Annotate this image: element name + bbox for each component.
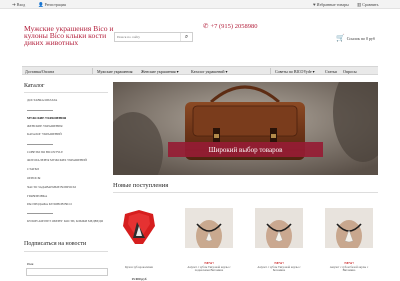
login-label: Вход <box>16 2 26 7</box>
divider <box>113 192 378 193</box>
cart-text: Ссылок по 0 руб <box>346 35 375 41</box>
search-button[interactable]: ⌕ <box>180 33 192 41</box>
hero-slider[interactable]: Широкий выбор товаров <box>113 82 378 175</box>
nav-item-polls[interactable]: Опросы <box>343 69 357 74</box>
compare-icon: ▥ <box>357 1 362 7</box>
nav-item-mens[interactable]: Мужские украшения <box>97 69 132 74</box>
divider <box>27 213 53 214</box>
search-icon: ⌕ <box>184 33 189 40</box>
catalog-title: Каталог <box>24 83 45 89</box>
user-icon: 👤 <box>38 1 44 7</box>
product-name[interactable]: Амулет с зубом Тигровой акулы с подвеска… <box>185 265 233 273</box>
product-price: 15 000 руб <box>131 277 147 281</box>
register-label: Регистрация <box>44 2 66 7</box>
login-icon: ➔ <box>12 1 16 7</box>
search-input[interactable] <box>115 33 177 41</box>
compare-link[interactable]: ▥ Сравнить <box>357 2 378 8</box>
nav-item-delivery[interactable]: Доставка/Оплата <box>25 69 54 74</box>
subscribe-title: Подписаться на новости <box>24 241 87 247</box>
sidebar-item-polls[interactable]: ОПРОСЫ <box>27 176 40 180</box>
top-bar: ➔ Вход 👤 Регистрация ♥ Избранные товары … <box>0 0 400 9</box>
main-nav: Доставка/Оплата Мужские украшения Женски… <box>22 66 378 75</box>
nav-separator <box>270 68 271 74</box>
leather-bag-image <box>113 82 378 175</box>
sidebar-item-mens[interactable]: МУЖСКИЕ УКРАШЕНИЯ <box>27 116 66 120</box>
register-link[interactable]: 👤 Регистрация <box>38 2 66 8</box>
sidebar-item-engraving[interactable]: ГРАВИРОВКА <box>27 194 47 198</box>
product-name[interactable]: Амулет с зубом Тигровой акулы с Беламина <box>255 265 303 273</box>
sidebar-item-articles[interactable]: СТАТЬИ <box>27 167 39 171</box>
heart-icon: ♥ <box>313 1 316 7</box>
hero-banner-caption: Широкий выбор товаров <box>168 142 323 157</box>
cart-widget[interactable]: 🛒 Ссылок по 0 руб <box>336 34 375 42</box>
phone-icon: ✆ <box>203 23 209 30</box>
favorites-link[interactable]: ♥ Избранные товары <box>313 2 349 7</box>
subscribe-name-label: Имя <box>27 262 34 266</box>
product-image <box>185 208 233 248</box>
nav-item-advice[interactable]: Советы по BICOVyde ▾ <box>275 69 315 74</box>
sidebar-item-catalog[interactable]: КАТАЛОГ УКРАШЕНИЙ <box>27 132 62 136</box>
subscribe-name-input[interactable] <box>26 268 108 276</box>
sidebar-item-delivery[interactable]: ДОСТАВКА/ОПЛАТА <box>27 98 57 102</box>
compare-label: Сравнить <box>362 2 379 7</box>
sidebar-item-advice[interactable]: СОВЕТЫ ПО BICOSTYLE <box>27 150 63 154</box>
site-logo-text[interactable]: Мужские украшения Bico и кулоны Bico клы… <box>24 25 114 47</box>
phone-number[interactable]: ✆ +7 (915) 2058980 <box>203 22 258 31</box>
login-link[interactable]: ➔ Вход <box>12 2 25 8</box>
divider <box>27 144 53 145</box>
divider <box>24 251 108 252</box>
product-name[interactable]: Кулон зуб кроколизма <box>115 265 163 269</box>
sidebar-item-womens[interactable]: ЖЕНСКИЕ УКРАШЕНИЯ <box>27 124 63 128</box>
sidebar-item-faq[interactable]: ЧАСТО ЗАДАВАЕМЫЕ ВОПРОСЫ <box>27 185 76 189</box>
product-image <box>123 210 155 244</box>
search-box: ⌕ <box>114 32 193 42</box>
phone-text: +7 (915) 2058980 <box>210 22 258 30</box>
product-image <box>325 208 373 248</box>
divider <box>27 110 53 111</box>
nav-item-catalog[interactable]: Каталог украшений ▾ <box>191 69 228 74</box>
nav-separator <box>92 68 93 74</box>
divider <box>24 92 108 93</box>
sidebar-item-gallery[interactable]: ФОТОГАЛЕРЕЯ МУЖСКИХ УКРАШЕНИЙ <box>27 158 87 162</box>
product-name[interactable]: Амулет с зубом белой акулы с Витамина <box>325 265 373 273</box>
nav-item-articles[interactable]: Статьи <box>325 69 337 74</box>
favorites-label: Избранные товары <box>316 1 349 7</box>
cart-icon: 🛒 <box>336 34 345 42</box>
sidebar-item-sale[interactable]: РАСПРОДАЖА КУЛОНОВ BICO <box>27 202 72 206</box>
product-image <box>255 208 303 248</box>
sidebar-item-bear-amulet[interactable]: КУЛОН АМУЛЕТ ОБЕРЕГ КОСТИ, КЛЫКИ МЕДВЕДЯ <box>27 219 107 223</box>
nav-item-womens[interactable]: Женские украшения ▾ <box>141 69 179 74</box>
new-products-title: Новые поступления <box>113 182 169 189</box>
